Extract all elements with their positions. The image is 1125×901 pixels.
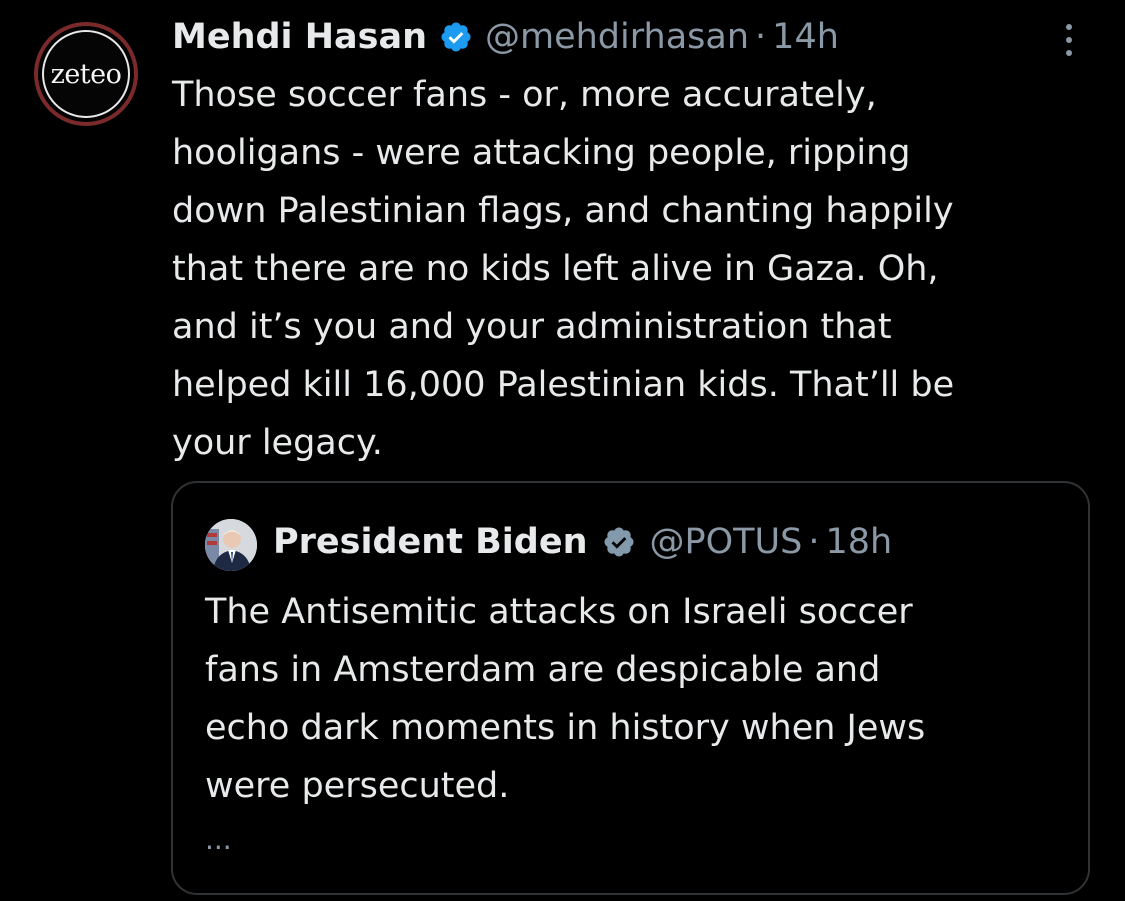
quoted-author-handle[interactable]: @POTUS — [650, 522, 803, 562]
tweet-text-line: your legacy. — [172, 423, 383, 463]
quoted-author-name[interactable]: President Biden — [273, 522, 588, 562]
quoted-text-line: echo dark moments in history when Jews — [205, 708, 926, 748]
author-handle[interactable]: @mehdirhasan — [485, 17, 749, 57]
separator-dot: · — [755, 17, 767, 57]
quoted-text-line: fans in Amsterdam are despicable and — [205, 650, 881, 690]
separator-dot: · — [808, 522, 820, 562]
verified-badge-gray-icon[interactable] — [602, 525, 636, 559]
tweet-text-line: Those soccer fans - or, more accurately, — [172, 75, 877, 115]
tweet-text-line: hooligans - were attacking people, rippi… — [172, 133, 911, 173]
quoted-tweet-header: President Biden @POTUS · 18h — [273, 517, 892, 567]
author-name[interactable]: Mehdi Hasan — [172, 17, 427, 57]
tweet-timestamp[interactable]: 14h — [772, 17, 839, 57]
avatar-logo-text: zeteo — [50, 58, 122, 90]
author-avatar[interactable]: zeteo — [34, 22, 138, 126]
quoted-text-line: The Antisemitic attacks on Israeli socce… — [205, 592, 913, 632]
more-options-icon[interactable] — [1060, 24, 1078, 64]
quoted-text-line: were persecuted. — [205, 766, 510, 806]
verified-badge-icon[interactable] — [439, 20, 473, 54]
tweet-text-line: down Palestinian flags, and chanting hap… — [172, 191, 954, 231]
tweet-text-line: helped kill 16,000 Palestinian kids. Tha… — [172, 365, 955, 405]
tweet-text-line: and it’s you and your administration tha… — [172, 307, 892, 347]
tweet[interactable]: zeteo Mehdi Hasan @mehdirhasan · 14h Tho… — [0, 0, 1125, 901]
portrait-icon — [205, 519, 257, 571]
quoted-tweet[interactable]: President Biden @POTUS · 18h The Antisem… — [171, 481, 1090, 895]
tweet-header: Mehdi Hasan @mehdirhasan · 14h — [172, 12, 839, 62]
quoted-tweet-text: The Antisemitic attacks on Israeli socce… — [205, 583, 1065, 815]
quoted-author-avatar[interactable] — [205, 519, 257, 571]
show-more-ellipsis[interactable]: ... — [205, 823, 232, 856]
tweet-text: Those soccer fans - or, more accurately,… — [172, 66, 1092, 472]
quoted-tweet-timestamp[interactable]: 18h — [826, 522, 893, 562]
avatar-logo: zeteo — [42, 30, 130, 118]
tweet-text-line: that there are no kids left alive in Gaz… — [172, 249, 939, 289]
